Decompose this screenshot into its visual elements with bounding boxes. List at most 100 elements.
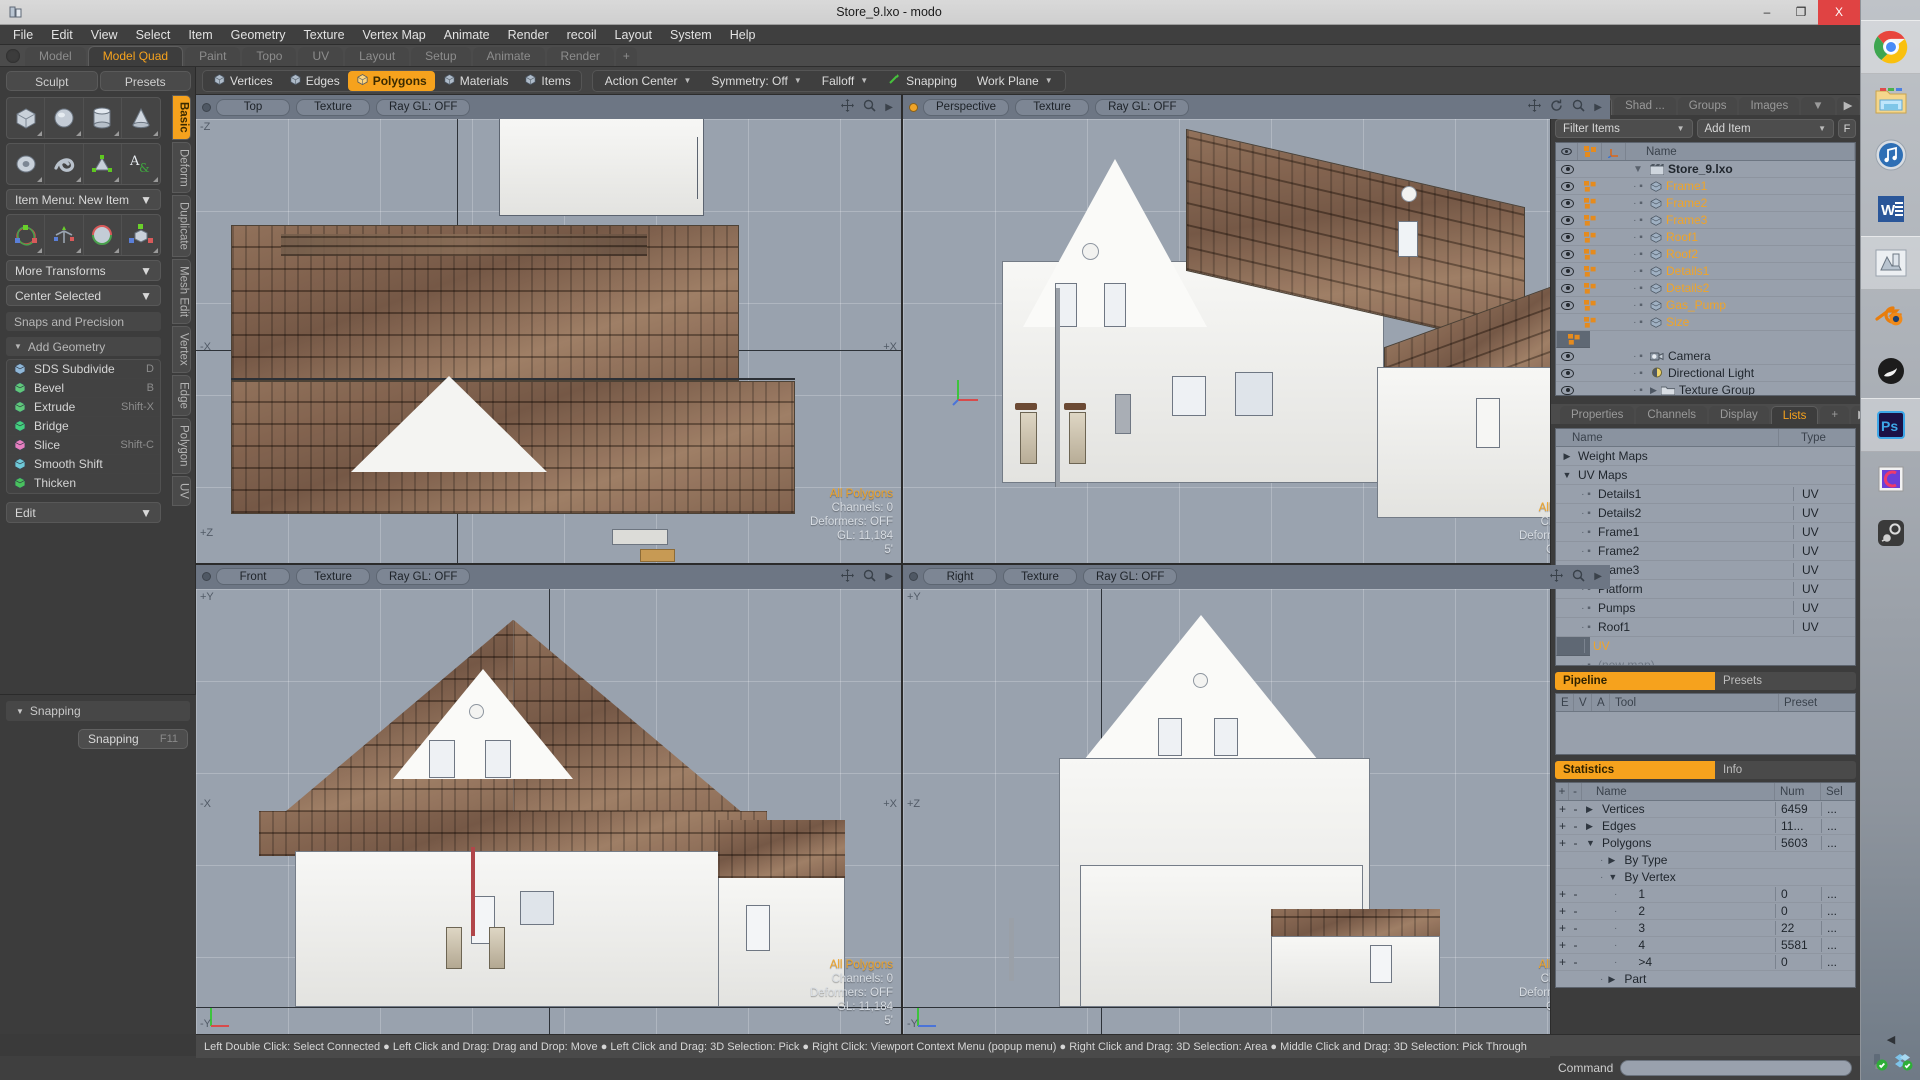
disclosure-triangle-icon[interactable]: ▶ (1608, 974, 1619, 985)
item-row[interactable]: · ▪Gas_Pump (1556, 297, 1855, 314)
menu-item-recoil[interactable]: recoil (558, 26, 606, 44)
lists-panel-tab-add[interactable]: + (1820, 406, 1849, 424)
uv-map-row[interactable]: ▶Weight Maps (1556, 447, 1855, 466)
zoom-icon[interactable] (863, 569, 876, 585)
cube-icon[interactable] (7, 98, 45, 138)
stat-add-button[interactable]: + (1556, 836, 1569, 850)
center-selected-dropdown[interactable]: Center Selected ▼ (6, 285, 161, 306)
word-icon[interactable]: W (1861, 182, 1920, 236)
zoom-icon[interactable] (1572, 99, 1585, 115)
viewport-top-view-button[interactable]: Top (216, 99, 290, 116)
layout-tab-uv[interactable]: UV (298, 47, 343, 66)
disclosure-triangle-icon[interactable]: ▶ (1586, 821, 1597, 832)
item-row[interactable]: · ▪Roof2 (1556, 246, 1855, 263)
item-row[interactable]: · ▪Details2 (1556, 280, 1855, 297)
items-extra-button[interactable]: F (1838, 119, 1856, 138)
cylinder-icon[interactable] (84, 98, 122, 138)
pan-icon[interactable] (1550, 569, 1563, 585)
visibility-eye-icon[interactable] (1556, 267, 1578, 276)
triangle-poly-icon[interactable] (84, 144, 122, 184)
layout-tab-topo[interactable]: Topo (242, 47, 296, 66)
statistics-row[interactable]: ·▶Part (1556, 971, 1855, 988)
shading-toggle-icon[interactable] (1578, 283, 1602, 294)
stat-add-button[interactable]: + (1556, 955, 1569, 969)
add-item-dropdown[interactable]: Add Item ▼ (1697, 119, 1835, 138)
viewport-menu-dot[interactable] (202, 572, 211, 581)
selection-mode-vertices[interactable]: Vertices (205, 71, 281, 91)
item-row[interactable]: · ▪▶Texture Group (1556, 382, 1855, 396)
disclosure-triangle-icon[interactable]: ▼ (1630, 164, 1646, 175)
dropbox-icon[interactable] (1894, 1052, 1913, 1074)
left-panel-tab-presets[interactable]: Presets (100, 71, 192, 91)
statistics-list[interactable]: + - Name Num Sel +-▶Vertices6459...+-▶Ed… (1555, 782, 1856, 988)
menu-item-system[interactable]: System (661, 26, 721, 44)
cone-icon[interactable] (122, 98, 160, 138)
rotate-gizmo-icon[interactable] (84, 215, 122, 255)
viewport-front-shading-button[interactable]: Texture (296, 568, 370, 585)
lists-panel-tab-channels[interactable]: Channels (1636, 406, 1707, 424)
snapping-section-header[interactable]: ▼ Snapping (6, 701, 190, 721)
stat-add-button[interactable]: + (1556, 887, 1569, 901)
disclosure-triangle-icon[interactable]: ▼ (1608, 872, 1619, 882)
visibility-eye-icon[interactable] (1556, 369, 1578, 378)
statistics-row[interactable]: +-·45581... (1556, 937, 1855, 954)
orbit-icon[interactable] (1550, 99, 1563, 115)
chevron-right-icon[interactable]: ▶ (885, 571, 893, 582)
layout-tab-add[interactable]: + (616, 47, 637, 66)
layout-tab-paint[interactable]: Paint (185, 47, 240, 66)
stat-add-button[interactable]: + (1556, 802, 1569, 816)
selection-mode-materials[interactable]: Materials (435, 71, 517, 91)
layout-popup-dot[interactable] (6, 49, 20, 63)
modo-icon[interactable] (1861, 236, 1920, 290)
items-panel-tab-groups[interactable]: Groups (1678, 97, 1738, 115)
menu-item-select[interactable]: Select (127, 26, 180, 44)
layout-tab-layout[interactable]: Layout (345, 47, 409, 66)
steam-icon[interactable] (1861, 506, 1920, 560)
selection-mode-edges[interactable]: Edges (281, 71, 348, 91)
statistics-tab-info[interactable]: Info (1715, 761, 1856, 779)
shading-toggle-icon[interactable] (1578, 215, 1602, 226)
stat-remove-button[interactable]: - (1569, 955, 1582, 969)
stat-add-button[interactable]: + (1556, 921, 1569, 935)
item-row[interactable]: · ▪Size (1556, 314, 1855, 331)
statistics-row[interactable]: ·▼By Vertex (1556, 869, 1855, 886)
menu-item-geometry[interactable]: Geometry (222, 26, 295, 44)
viewport-menu-dot[interactable] (909, 103, 918, 112)
torus-icon[interactable] (7, 144, 45, 184)
viewport-top-raygl-button[interactable]: Ray GL: OFF (376, 99, 470, 116)
selection-mode-polygons[interactable]: Polygons (348, 71, 435, 91)
stat-remove-button[interactable]: - (1569, 904, 1582, 918)
stat-add-button[interactable]: + (1556, 819, 1569, 833)
statistics-row[interactable]: +-▼Polygons5603... (1556, 835, 1855, 852)
pipeline-tab-presets[interactable]: Presets (1715, 672, 1856, 690)
viewport-top[interactable]: Top Texture Ray GL: OFF ▶ (196, 95, 903, 565)
vertical-tab-deform[interactable]: Deform (172, 142, 191, 194)
menu-item-texture[interactable]: Texture (295, 26, 354, 44)
tray-expand-arrow[interactable]: ◀ (1861, 1033, 1920, 1046)
statistics-row[interactable]: +-▶Vertices6459... (1556, 801, 1855, 818)
layout-tab-render[interactable]: Render (547, 47, 614, 66)
stat-remove-button[interactable]: - (1569, 836, 1582, 850)
snaps-and-precision-header[interactable]: Snaps and Precision (6, 312, 161, 331)
visibility-eye-icon[interactable] (1556, 182, 1578, 191)
statistics-row[interactable]: +-·>40... (1556, 954, 1855, 971)
item-row[interactable]: · ▪Frame3 (1556, 212, 1855, 229)
stat-remove-button[interactable]: - (1569, 938, 1582, 952)
statistics-row[interactable]: ·▶By Type (1556, 852, 1855, 869)
visibility-eye-icon[interactable] (1556, 216, 1578, 225)
uv-map-row[interactable]: · ▪Details2UV (1556, 504, 1855, 523)
menu-item-vertex-map[interactable]: Vertex Map (354, 26, 435, 44)
chrome-icon[interactable] (1861, 20, 1920, 74)
spiral-icon[interactable] (45, 144, 83, 184)
shading-toggle-icon[interactable] (1578, 266, 1602, 277)
viewport-right[interactable]: Right Texture Ray GL: OFF ▶ (903, 565, 1610, 1035)
vertical-tab-duplicate[interactable]: Duplicate (172, 195, 191, 257)
uv-map-row[interactable]: · ▪Roof1UV (1556, 618, 1855, 637)
minimize-button[interactable]: – (1750, 0, 1784, 25)
vertical-tab-polygon[interactable]: Polygon (172, 418, 191, 474)
item-row[interactable]: · ▪Mesh (1556, 331, 1590, 348)
viewport-front[interactable]: Front Texture Ray GL: OFF ▶ (196, 565, 903, 1035)
uv-map-row[interactable]: · ▪Frame2UV (1556, 542, 1855, 561)
shading-toggle-icon[interactable] (1578, 249, 1602, 260)
items-panel-overflow-arrow[interactable]: ▶ (1837, 97, 1860, 115)
